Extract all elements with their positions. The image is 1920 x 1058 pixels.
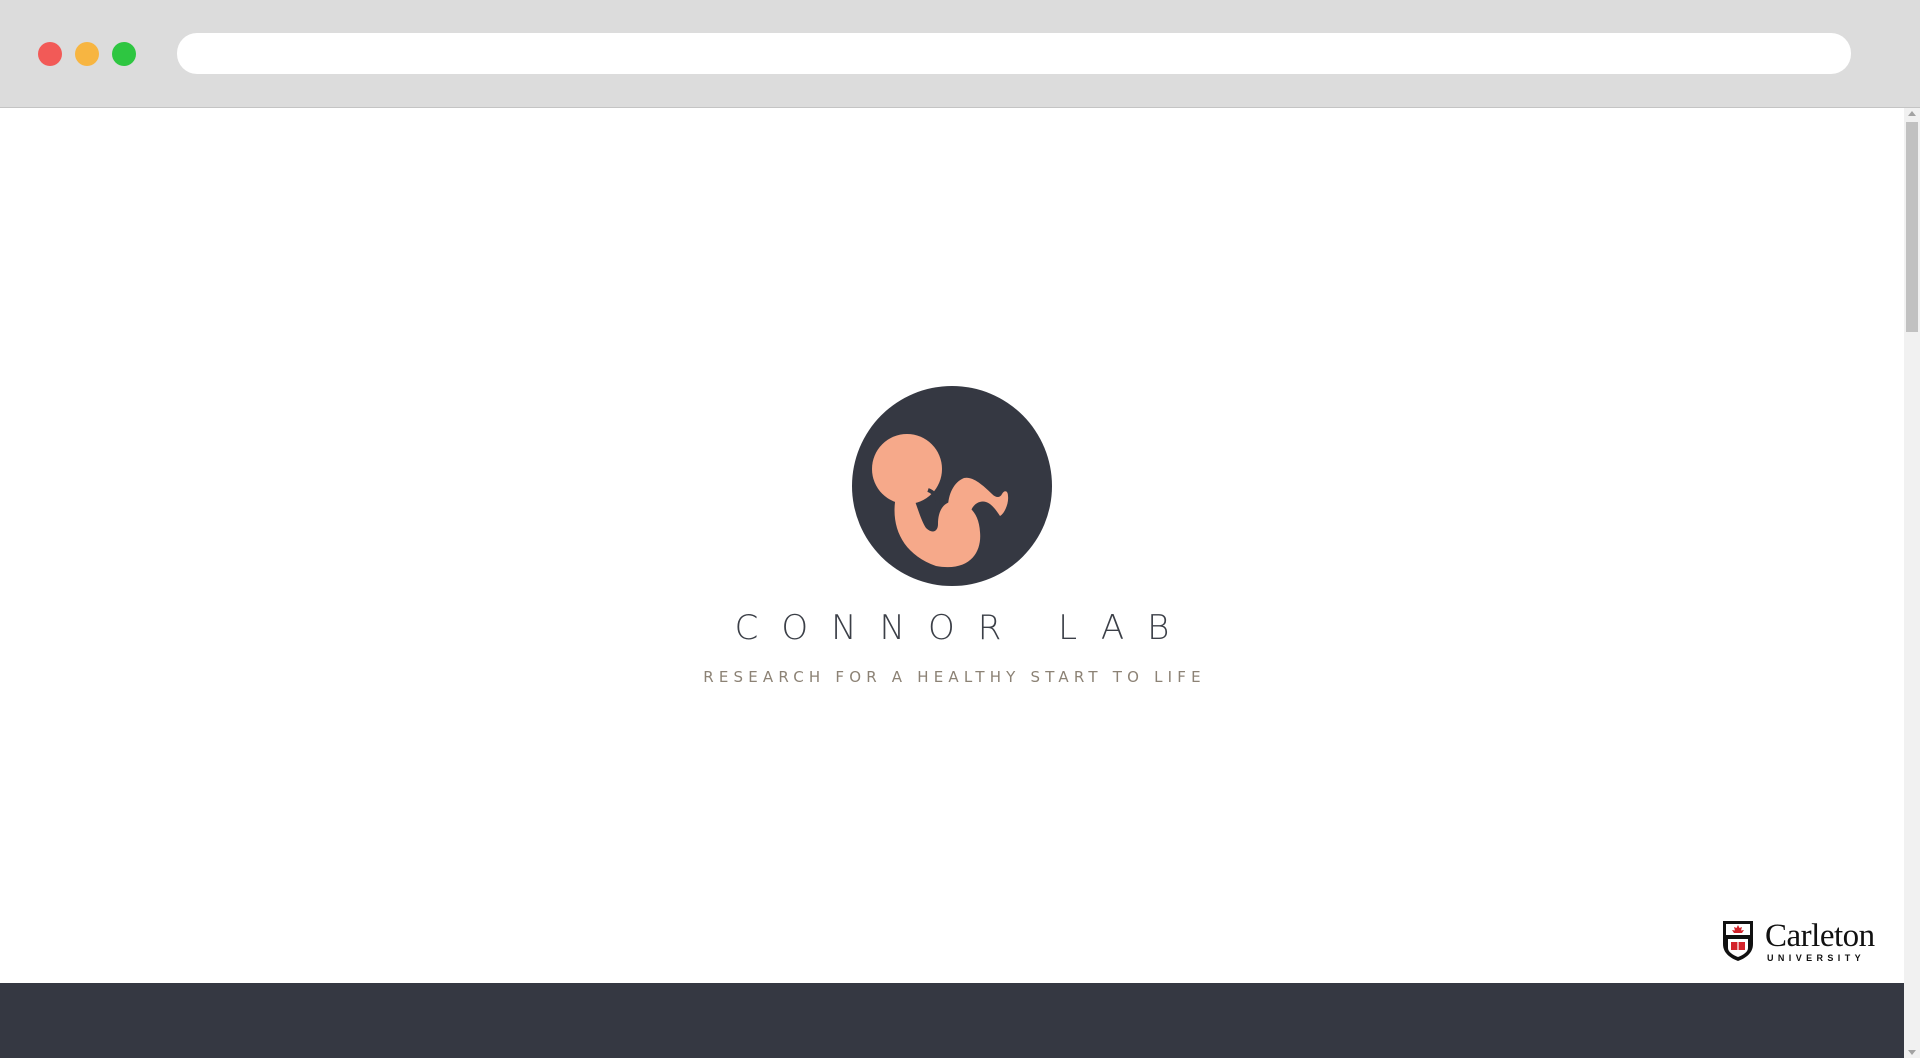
scroll-down-arrow-icon[interactable] [1908,1050,1916,1055]
carleton-name: Carleton [1765,918,1875,954]
browser-toolbar [0,0,1920,108]
carleton-shield-icon [1723,921,1753,961]
carleton-university-logo[interactable]: Carleton UNIVERSITY [1722,920,1884,968]
page-viewport: CONNOR LAB RESEARCH FOR A HEALTHY START … [0,108,1904,1058]
carleton-subtitle: UNIVERSITY [1767,953,1866,963]
footer-band [0,983,1904,1058]
window-close-button[interactable] [38,42,62,66]
lab-title: CONNOR LAB [734,608,1193,648]
scroll-up-arrow-icon[interactable] [1908,111,1916,116]
scrollbar-thumb[interactable] [1906,122,1918,332]
window-maximize-button[interactable] [112,42,136,66]
window-minimize-button[interactable] [75,42,99,66]
fetus-icon [852,386,1052,586]
vertical-scrollbar[interactable] [1904,108,1920,1058]
address-bar[interactable] [177,33,1851,74]
lab-tagline: RESEARCH FOR A HEALTHY START TO LIFE [703,668,1206,686]
